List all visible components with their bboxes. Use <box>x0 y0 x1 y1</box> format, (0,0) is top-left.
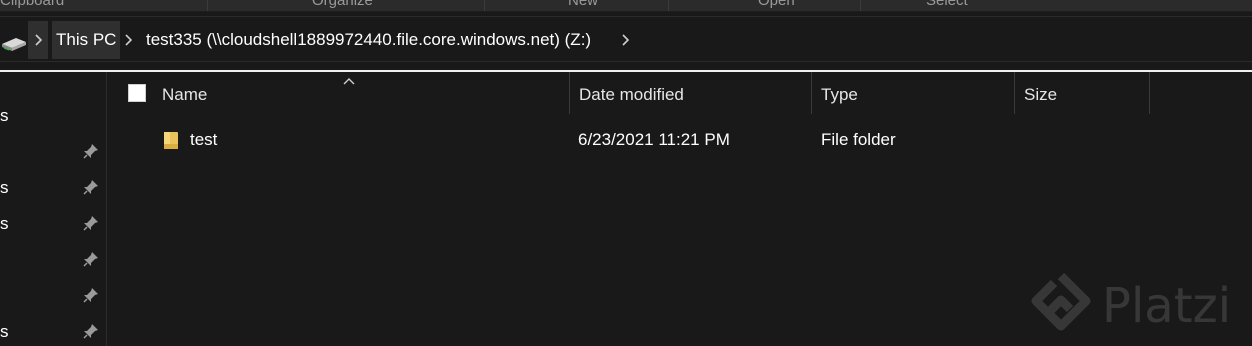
nav-item-label[interactable]: s <box>0 178 9 198</box>
ribbon-separator <box>484 0 485 11</box>
navigation-pane[interactable]: s s s s <box>0 72 107 346</box>
table-row[interactable]: test 6/23/2021 11:21 PM File folder <box>108 122 1252 158</box>
column-header-type[interactable]: Type <box>821 72 858 114</box>
ribbon-group-select: Select <box>926 0 968 9</box>
column-separator[interactable] <box>1149 72 1150 114</box>
pin-icon <box>82 322 100 340</box>
nav-item-label[interactable]: s <box>0 106 9 126</box>
chevron-right-icon[interactable] <box>123 31 135 49</box>
nav-item-label[interactable]: s <box>0 322 9 342</box>
ribbon: Clipboard Organize New Open Select <box>0 0 1252 12</box>
pin-icon <box>82 286 100 304</box>
ribbon-group-organize: Organize <box>312 0 373 9</box>
select-all-checkbox[interactable] <box>128 84 146 102</box>
pin-icon <box>82 250 100 268</box>
pin-icon <box>82 178 100 196</box>
pin-icon <box>82 142 100 160</box>
breadcrumb-this-pc[interactable]: This PC <box>52 21 121 59</box>
ribbon-group-open: Open <box>758 0 795 9</box>
column-header-name[interactable]: Name <box>162 72 207 114</box>
platzi-watermark: Platzi <box>1030 268 1252 346</box>
column-header-date-modified[interactable]: Date modified <box>579 72 684 114</box>
pin-icon <box>82 214 100 232</box>
file-name[interactable]: test <box>190 122 217 158</box>
column-header-row: Name Date modified Type Size <box>108 72 1252 114</box>
network-drive-icon <box>0 30 28 54</box>
ribbon-group-new: New <box>568 0 599 9</box>
watermark-text: Platzi <box>1102 278 1232 334</box>
nav-item-label[interactable]: s <box>0 214 9 234</box>
address-bar[interactable]: This PC test335 (\\cloudshell1889972440.… <box>0 16 1252 62</box>
address-bar-row: This PC test335 (\\cloudshell1889972440.… <box>0 12 1252 68</box>
ribbon-separator <box>207 0 208 11</box>
column-separator[interactable] <box>1014 72 1015 114</box>
chevron-right-icon[interactable] <box>33 31 45 49</box>
folder-icon <box>163 130 179 150</box>
ribbon-separator <box>860 0 861 11</box>
ribbon-separator <box>668 0 669 11</box>
column-separator[interactable] <box>569 72 570 114</box>
chevron-right-icon[interactable] <box>620 31 632 49</box>
platzi-logo-icon <box>1030 272 1092 346</box>
column-header-size[interactable]: Size <box>1024 72 1057 114</box>
column-separator[interactable] <box>811 72 812 114</box>
ribbon-group-clipboard: Clipboard <box>0 0 65 9</box>
breadcrumb-network-share[interactable]: test335 (\\cloudshell1889972440.file.cor… <box>146 21 591 59</box>
file-type: File folder <box>821 130 896 149</box>
file-date-modified: 6/23/2021 11:21 PM <box>578 130 730 149</box>
